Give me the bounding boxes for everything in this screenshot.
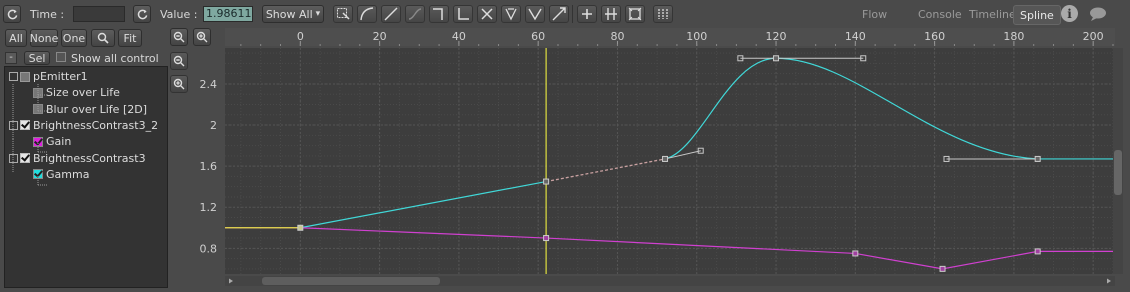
x-tick-label: 180 (1003, 30, 1024, 43)
horizontal-scrollbar-thumb[interactable] (262, 277, 440, 285)
gain-keyframe[interactable] (543, 235, 550, 242)
x-tick-label: 0 (297, 30, 304, 43)
gamma-keyframe[interactable] (543, 178, 550, 185)
x-tick-label: 200 (1083, 30, 1104, 43)
x-tick-label: 20 (373, 30, 387, 43)
gain-keyframe[interactable] (1034, 248, 1041, 255)
gamma-keyframe[interactable] (662, 155, 669, 162)
gain-keyframe[interactable] (939, 265, 946, 272)
y-tick-label: 0.8 (200, 242, 218, 255)
x-tick-label: 120 (766, 30, 787, 43)
gain-keyframe[interactable] (852, 250, 859, 257)
x-tick-label: 160 (924, 30, 945, 43)
y-tick-label: 2 (210, 119, 217, 132)
spline-graph[interactable]: 0 20 40 60 80 100 120 140 160 180 200 2.4 2 1.6 1.2 0.… (0, 0, 1130, 292)
gamma-keyframe[interactable] (297, 224, 304, 231)
x-tick-label: 100 (686, 30, 707, 43)
gamma-keyframe[interactable] (773, 55, 780, 62)
x-tick-label: 80 (610, 30, 624, 43)
gamma-keyframe[interactable] (1034, 155, 1041, 162)
vertical-scrollbar-thumb[interactable] (1114, 150, 1122, 195)
x-tick-label: 40 (452, 30, 466, 43)
y-tick-label: 1.2 (200, 201, 218, 214)
plot-area[interactable] (225, 48, 1113, 274)
time-ruler[interactable] (225, 28, 1115, 46)
y-tick-label: 1.6 (200, 160, 218, 173)
x-tick-label: 140 (845, 30, 866, 43)
x-tick-label: 60 (531, 30, 545, 43)
y-tick-label: 2.4 (200, 78, 218, 91)
